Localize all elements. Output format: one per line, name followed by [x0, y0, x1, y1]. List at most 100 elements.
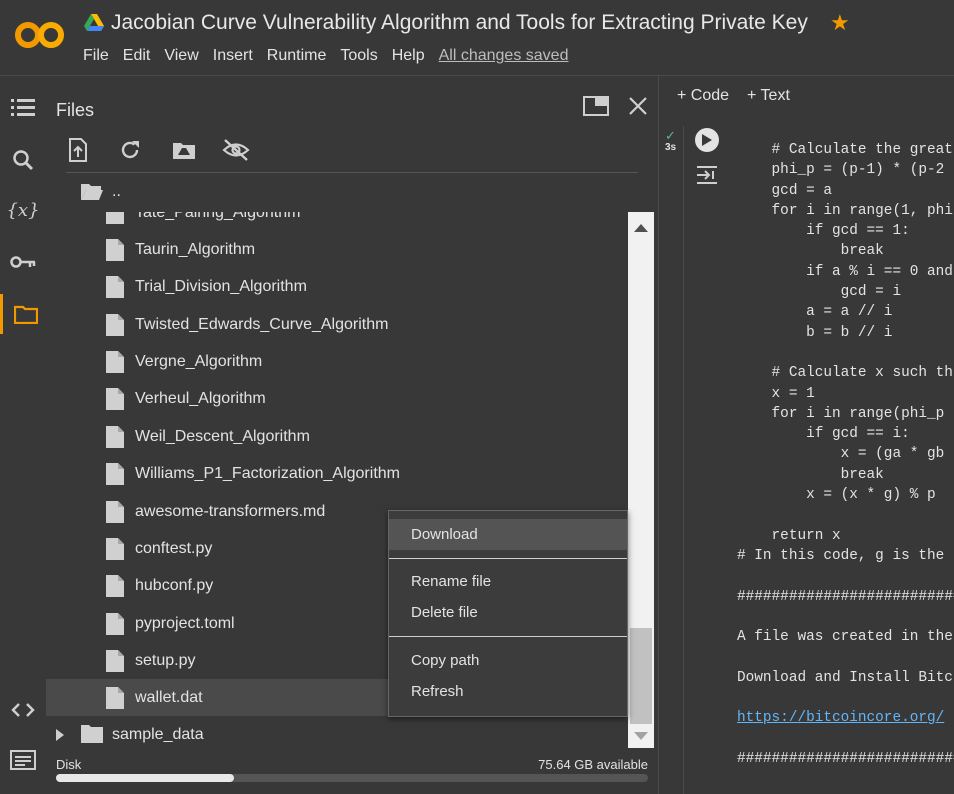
code-line: # Calculate the great	[737, 142, 953, 158]
code-line: x = (ga * gb	[737, 446, 945, 463]
code-line: if gcd == 1:	[737, 223, 910, 240]
code-line: ##########################	[737, 750, 954, 767]
disk-usage-bar	[56, 774, 648, 782]
menu-edit[interactable]: Edit	[123, 47, 151, 65]
file-item[interactable]: Twisted_Edwards_Curve_Algorithm	[46, 306, 628, 343]
file-item[interactable]: Tate_Pairing_Algorithm	[46, 212, 628, 231]
upload-icon[interactable]	[64, 136, 92, 164]
file-item[interactable]: Williams_P1_Factorization_Algorithm	[46, 455, 628, 492]
file-name: Tate_Pairing_Algorithm	[135, 212, 301, 221]
expand-arrow-icon[interactable]	[56, 729, 64, 741]
star-icon[interactable]: ★	[830, 10, 850, 36]
code-line: ##########################	[737, 588, 954, 605]
save-status-link[interactable]: All changes saved	[439, 47, 569, 65]
search-icon[interactable]	[0, 140, 46, 180]
file-icon	[106, 239, 124, 261]
menu-help[interactable]: Help	[392, 47, 425, 65]
code-line: Download and Install Bitc	[737, 669, 953, 686]
parent-directory-label: ..	[112, 183, 121, 200]
menu-item-refresh[interactable]: Refresh	[389, 676, 627, 707]
file-name: Williams_P1_Factorization_Algorithm	[135, 464, 400, 482]
mount-drive-icon[interactable]	[170, 136, 198, 164]
code-line: b = b // i	[737, 324, 893, 341]
files-panel-title: Files	[56, 100, 95, 120]
hide-files-icon[interactable]	[222, 136, 250, 164]
notebook-title[interactable]: Jacobian Curve Vulnerability Algorithm a…	[111, 11, 808, 35]
menu-bar: File Edit View Insert Runtime Tools Help…	[83, 47, 582, 65]
menu-view[interactable]: View	[164, 47, 198, 65]
file-icon	[106, 501, 124, 523]
file-icon	[106, 276, 124, 298]
menu-tools[interactable]: Tools	[340, 47, 377, 65]
file-name: conftest.py	[135, 539, 213, 557]
code-line: phi_p = (p-1) * (p-2	[737, 162, 945, 179]
menu-item-copy-path[interactable]: Copy path	[389, 645, 627, 676]
close-icon[interactable]	[624, 92, 652, 120]
key-icon[interactable]	[0, 242, 46, 282]
file-icon	[106, 212, 124, 224]
code-line: x = (x * g) % p	[737, 487, 936, 504]
file-item[interactable]: Verheul_Algorithm	[46, 380, 628, 417]
file-icon	[106, 538, 124, 560]
execution-time: 3s	[665, 142, 677, 153]
side-rail: {x}	[0, 76, 46, 794]
menu-item-download[interactable]: Download	[389, 519, 627, 550]
scrollbar-thumb[interactable]	[630, 628, 652, 724]
file-item[interactable]: Taurin_Algorithm	[46, 231, 628, 268]
folder-icon	[81, 725, 103, 743]
colab-logo[interactable]	[14, 18, 66, 52]
menu-item-rename-file[interactable]: Rename file	[389, 566, 627, 597]
run-cell-button[interactable]	[695, 128, 719, 152]
new-tab-icon[interactable]	[582, 92, 610, 120]
file-icon	[106, 650, 124, 672]
folder-item[interactable]: sample_data	[46, 718, 646, 752]
file-list-scrollbar[interactable]	[628, 212, 654, 748]
menu-runtime[interactable]: Runtime	[267, 47, 327, 65]
file-icon	[106, 463, 124, 485]
menu-file[interactable]: File	[83, 47, 109, 65]
file-icon	[106, 426, 124, 448]
disk-usage-fill	[56, 774, 234, 782]
output-toggle-icon[interactable]	[695, 164, 719, 186]
menu-item-delete-file[interactable]: Delete file	[389, 597, 627, 628]
code-line: x = 1	[737, 385, 815, 402]
file-item[interactable]: Vergne_Algorithm	[46, 343, 628, 380]
code-snippets-icon[interactable]	[0, 690, 46, 730]
add-text-button[interactable]: + Text	[747, 87, 790, 105]
scroll-up-arrow-icon[interactable]	[634, 224, 648, 232]
drive-icon[interactable]	[84, 14, 104, 32]
code-line: if a % i == 0 and	[737, 263, 953, 280]
file-name: Trial_Division_Algorithm	[135, 277, 307, 295]
file-item[interactable]: Weil_Descent_Algorithm	[46, 418, 628, 455]
variables-icon[interactable]: {x}	[0, 190, 46, 230]
file-name: hubconf.py	[135, 576, 214, 594]
cell-toolbar: + Code + Text	[677, 87, 790, 105]
code-line: A file was created in the	[737, 629, 953, 646]
code-line: if gcd == i:	[737, 426, 910, 443]
code-line: return x	[737, 527, 841, 544]
folder-icon[interactable]	[0, 294, 49, 334]
toc-icon[interactable]	[0, 88, 46, 128]
terminal-icon[interactable]	[0, 740, 46, 780]
menu-insert[interactable]: Insert	[213, 47, 253, 65]
add-code-button[interactable]: + Code	[677, 87, 729, 105]
parent-directory[interactable]: ..	[80, 182, 121, 202]
file-name: Verheul_Algorithm	[135, 389, 266, 407]
code-line: # In this code, g is the	[737, 547, 945, 564]
code-line: gcd = a	[737, 182, 832, 199]
refresh-icon[interactable]	[116, 136, 144, 164]
disk-available: 75.64 GB available	[538, 757, 648, 772]
folder-open-icon	[81, 184, 103, 200]
code-cell[interactable]: # Calculate the great phi_p = (p-1) * (p…	[737, 140, 954, 769]
file-name: pyproject.toml	[135, 614, 235, 632]
file-name: Vergne_Algorithm	[135, 352, 263, 370]
code-link[interactable]: https://bitcoincore.org/	[737, 710, 944, 726]
file-icon	[106, 613, 124, 635]
file-item[interactable]: Trial_Division_Algorithm	[46, 268, 628, 305]
